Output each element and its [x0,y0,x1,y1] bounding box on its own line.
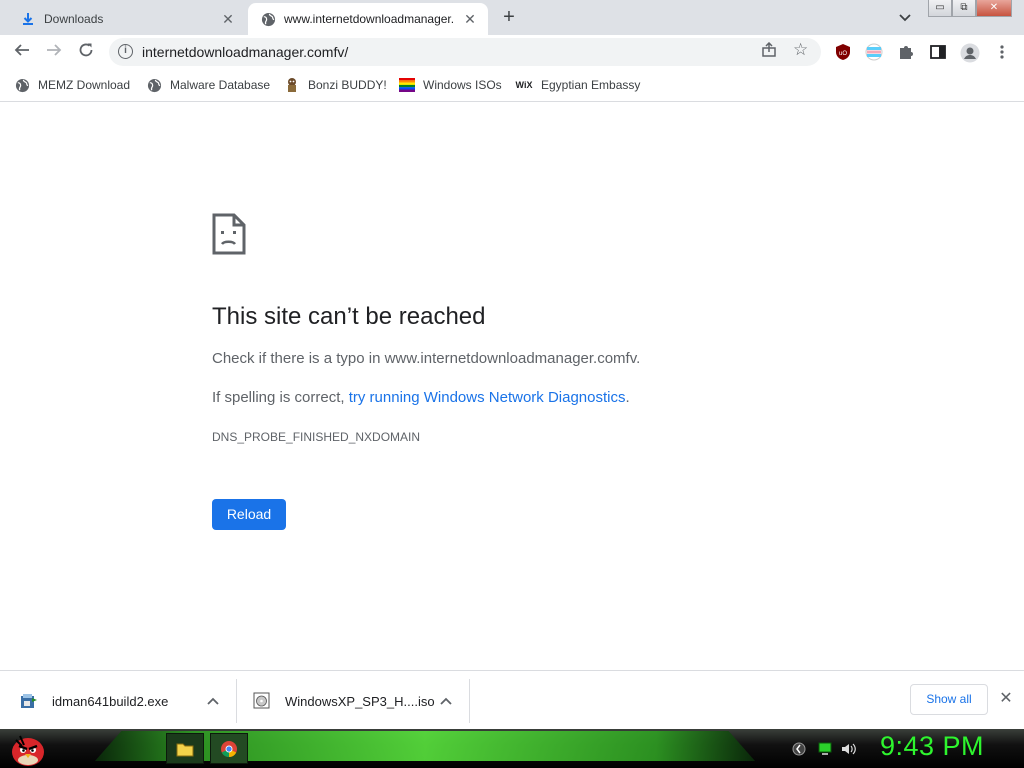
globe-icon [260,11,276,27]
chevron-up-icon[interactable] [439,694,453,708]
site-info-icon[interactable]: i [118,44,133,59]
download-item[interactable]: idman641build2.exe [20,678,230,724]
browser-toolbar: i internetdownloadmanager.comfv/ ☆ uO [0,35,1024,69]
download-separator [236,679,237,723]
restore-button[interactable]: ⧉ [952,0,976,17]
menu-kebab-icon[interactable] [995,43,1013,61]
bookmark-label: MEMZ Download [38,78,131,92]
bookmarks-bar: MEMZ Download Malware Database Bonzi BUD… [0,69,1024,102]
ublock-icon[interactable]: uO [834,43,852,61]
star-icon[interactable]: ☆ [793,40,808,60]
download-icon [20,11,36,27]
bookmark-bonzi-buddy[interactable]: Bonzi BUDDY! [284,77,387,93]
bookmark-memz-download[interactable]: MEMZ Download [14,77,130,93]
start-button-angry-bird-icon[interactable] [8,730,48,768]
bookmark-malware-database[interactable]: Malware Database [146,77,270,93]
tab-search-chevron-icon[interactable] [895,8,915,28]
tab-title: Downloads [44,12,104,26]
error-typo-hint: Check if there is a typo in www.internet… [212,350,641,367]
bookmark-egyptian-embassy[interactable]: WiX Egyptian Embassy [515,77,641,93]
tab-title: www.internetdownloadmanager. [284,12,455,26]
download-separator [469,679,470,723]
taskbar-clock[interactable]: 9:43 PM [880,731,984,762]
download-item[interactable]: WindowsXP_SP3_H....iso [253,678,463,724]
chrome-icon [221,740,237,757]
taskbar: 9:43 PM [0,729,1024,768]
new-tab-button[interactable]: + [498,7,520,29]
tab-downloads[interactable]: Downloads ✕ [8,3,246,35]
iso-disc-icon [253,692,270,709]
bookmark-label: Windows ISOs [423,78,502,92]
wix-icon: WiX [515,80,533,90]
folder-icon [176,743,194,756]
bookmark-label: Egyptian Embassy [541,78,641,92]
bookmark-label: Bonzi BUDDY! [308,78,387,92]
extension-flag-icon[interactable] [865,43,883,61]
tray-shield-icon[interactable] [792,742,806,756]
taskbar-explorer-button[interactable] [166,733,204,764]
svg-text:uO: uO [839,51,847,57]
installer-icon [21,694,37,708]
error-title: This site can’t be reached [212,303,486,330]
back-arrow-icon[interactable] [10,40,34,64]
address-url[interactable]: internetdownloadmanager.comfv/ [142,44,348,60]
globe-icon [14,77,30,93]
rainbow-flag-icon [399,77,415,93]
sidepanel-icon[interactable] [929,43,947,61]
download-filename: idman641build2.exe [52,693,169,709]
error-page: This site can’t be reached Check if ther… [0,103,1024,670]
sad-document-icon [212,213,246,260]
hint-prefix: If spelling is correct, [212,389,349,406]
tab-strip: Downloads ✕ www.internetdownloadmanager.… [0,0,1024,35]
error-diagnostics-hint: If spelling is correct, try running Wind… [212,389,630,406]
address-bar[interactable]: i internetdownloadmanager.comfv/ ☆ [109,38,821,66]
window-controls: ▭ ⧉ ✕ [928,0,1024,18]
taskbar-chrome-button[interactable] [210,733,248,764]
tray-network-icon[interactable] [818,742,832,756]
puzzle-icon[interactable] [897,43,915,61]
tray-volume-icon[interactable] [841,742,856,756]
close-window-button[interactable]: ✕ [976,0,1012,17]
reload-icon[interactable] [74,40,98,64]
error-code: DNS_PROBE_FINISHED_NXDOMAIN [212,430,421,444]
tab-close-button[interactable]: ✕ [462,11,478,27]
minimize-button[interactable]: ▭ [928,0,952,17]
share-icon[interactable] [761,41,777,61]
close-shelf-button[interactable]: ✕ [998,691,1014,707]
chevron-up-icon[interactable] [206,694,220,708]
profile-icon[interactable] [960,43,980,63]
download-filename: WindowsXP_SP3_H....iso [285,693,435,709]
download-shelf: idman641build2.exe WindowsXP_SP3_H....is… [0,670,1024,729]
tab-current-site[interactable]: www.internetdownloadmanager. ✕ [248,3,488,35]
forward-arrow-icon[interactable] [42,40,66,64]
diagnostics-link[interactable]: try running Windows Network Diagnostics [349,389,626,406]
bonzi-icon [284,77,300,93]
bookmark-windows-isos[interactable]: Windows ISOs [399,77,502,93]
reload-button[interactable]: Reload [212,499,286,530]
globe-icon [146,77,162,93]
bookmark-label: Malware Database [170,78,271,92]
hint-suffix: . [625,389,630,406]
show-all-button[interactable]: Show all [910,684,988,715]
tab-close-button[interactable]: ✕ [220,11,236,27]
